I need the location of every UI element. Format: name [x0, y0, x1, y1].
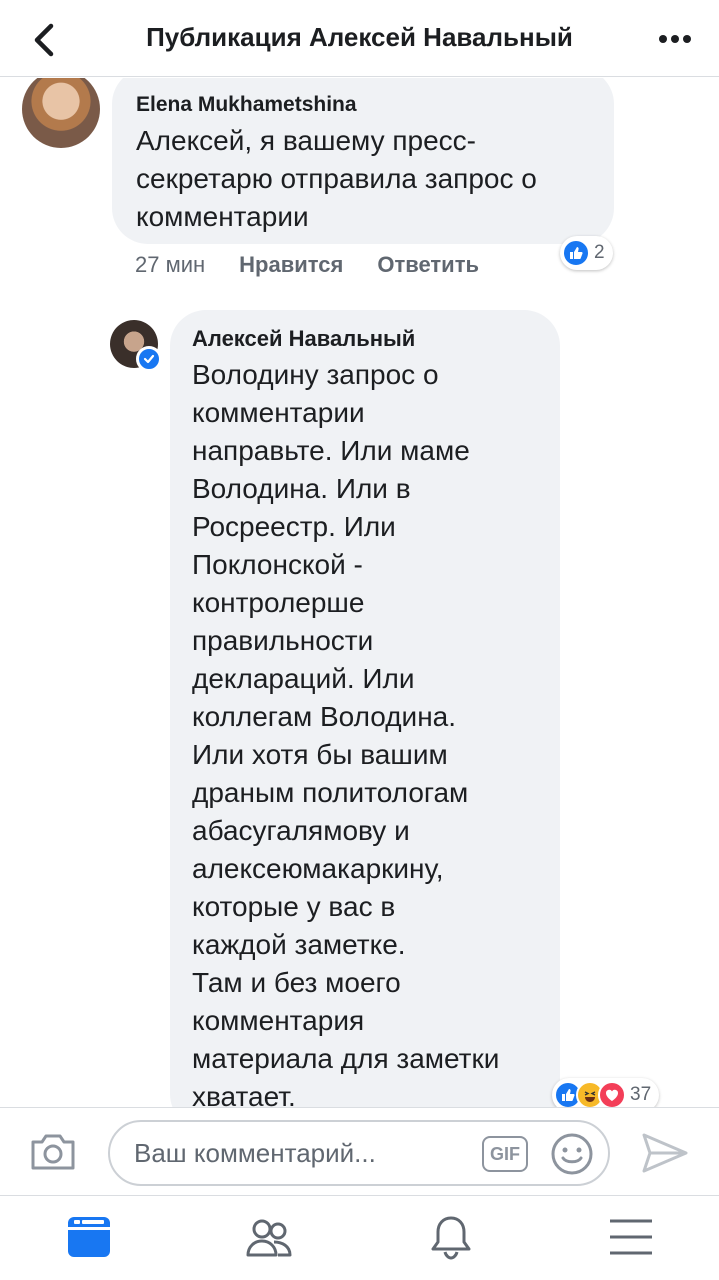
reactions-count: 2: [594, 242, 605, 263]
comment-meta: 27 мин Нравится Ответить: [135, 250, 479, 280]
reactions-count: 37: [630, 1084, 652, 1105]
reactions-summary[interactable]: 37: [552, 1078, 660, 1107]
comment-text: Володину запрос о комментарии направьте.…: [192, 359, 500, 1107]
smiley-icon: [551, 1133, 593, 1175]
comments-list: Elena Mukhametshina Алексей, я вашему пр…: [0, 78, 719, 1107]
comment-bubble[interactable]: Алексей Навальный Володину запрос о комм…: [170, 310, 560, 1107]
love-reaction-icon: [598, 1081, 626, 1107]
page-title: Публикация Алексей Навальный: [146, 22, 573, 52]
back-button[interactable]: [22, 18, 66, 62]
comment-bubble[interactable]: Elena Mukhametshina Алексей, я вашему пр…: [112, 78, 614, 244]
camera-button[interactable]: [28, 1130, 78, 1174]
menu-icon: [610, 1219, 652, 1255]
feed-icon: [68, 1217, 110, 1257]
nav-friends[interactable]: [244, 1214, 294, 1260]
comment-composer: Ваш комментарий... GIF: [0, 1107, 719, 1195]
like-link[interactable]: Нравится: [239, 250, 343, 280]
reactions-summary[interactable]: 2: [560, 236, 613, 270]
avatar[interactable]: [22, 78, 100, 148]
nav-menu[interactable]: [606, 1214, 656, 1260]
camera-icon: [31, 1134, 75, 1170]
verified-badge-icon: [136, 346, 162, 372]
emoji-button[interactable]: [550, 1132, 594, 1176]
chevron-left-icon: [34, 23, 54, 57]
comment-author[interactable]: Elena Mukhametshina: [136, 90, 590, 120]
bottom-nav: [0, 1195, 719, 1280]
more-horizontal-icon: [659, 35, 691, 43]
nav-notifications[interactable]: [426, 1214, 476, 1260]
top-bar: Публикация Алексей Навальный: [0, 0, 719, 77]
bell-icon: [431, 1216, 471, 1260]
comment-input[interactable]: Ваш комментарий... GIF: [108, 1120, 610, 1186]
comment-author[interactable]: Алексей Навальный: [192, 324, 538, 354]
like-reaction-icon: [562, 239, 590, 267]
send-icon: [642, 1133, 688, 1173]
comment-text: Алексей, я вашему пресс- секретарю отпра…: [136, 125, 537, 232]
comment-time: 27 мин: [135, 252, 206, 277]
comment-input-placeholder[interactable]: Ваш комментарий...: [134, 1138, 376, 1169]
send-button[interactable]: [641, 1132, 689, 1174]
reply-link[interactable]: Ответить: [377, 250, 479, 280]
friends-icon: [246, 1219, 292, 1257]
more-button[interactable]: [653, 22, 697, 56]
gif-button[interactable]: GIF: [482, 1136, 528, 1172]
nav-feed[interactable]: [64, 1214, 114, 1260]
